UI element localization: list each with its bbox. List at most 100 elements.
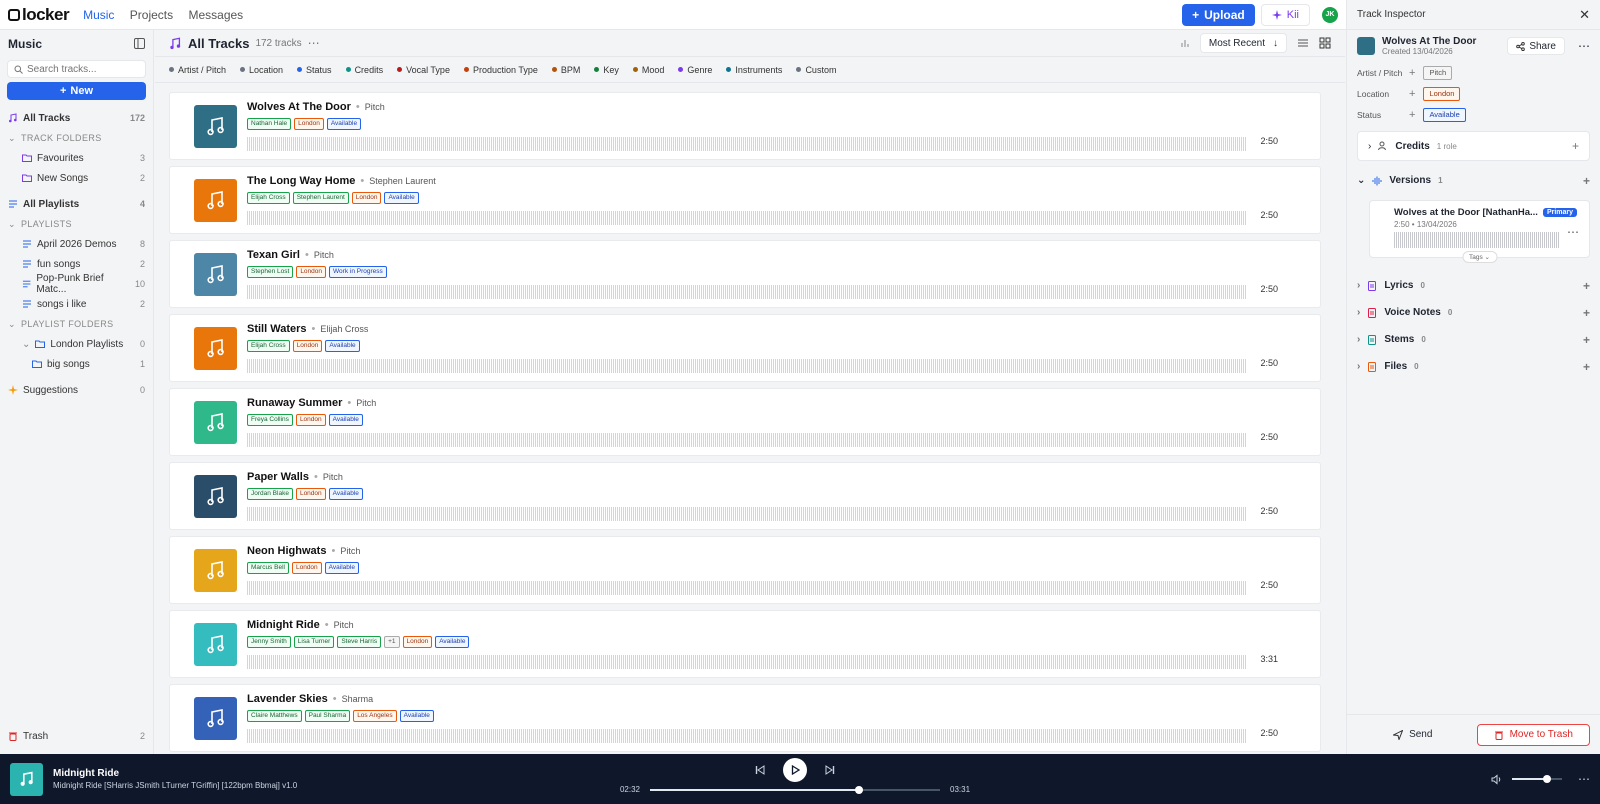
- track-artwork[interactable]: [194, 696, 237, 740]
- track-artwork[interactable]: [194, 178, 237, 222]
- track-name[interactable]: Neon Highwats: [247, 545, 326, 557]
- upload-button[interactable]: + Upload: [1182, 3, 1255, 26]
- track-tag[interactable]: London: [296, 266, 327, 278]
- filter-chip[interactable]: Mood: [632, 65, 664, 75]
- inspector-section[interactable]: › Voice Notes 0 +: [1347, 299, 1600, 326]
- add-section-item-button[interactable]: +: [1583, 306, 1590, 320]
- user-avatar[interactable]: JK: [1322, 6, 1338, 23]
- track-artwork[interactable]: [194, 104, 237, 148]
- track-name[interactable]: Lavender Skies: [247, 693, 328, 705]
- track-waveform[interactable]: [247, 507, 1247, 521]
- track-waveform[interactable]: [247, 285, 1247, 299]
- inspector-section[interactable]: › Files 0 +: [1347, 353, 1600, 380]
- list-view-icon[interactable]: [1297, 37, 1309, 49]
- property-value[interactable]: Pitch: [1423, 65, 1453, 80]
- track-row[interactable]: Still Waters • Elijah Cross Elijah Cross Lon…: [169, 314, 1321, 382]
- more-icon[interactable]: ⋯: [308, 36, 320, 50]
- more-icon[interactable]: ⋯: [1567, 225, 1579, 239]
- playlists-header[interactable]: ⌄ PLAYLISTS: [0, 214, 153, 234]
- sidebar-item-playlist-folder[interactable]: ⌄ London Playlists 0: [0, 334, 153, 354]
- bar-chart-icon[interactable]: [1180, 38, 1190, 48]
- track-tag[interactable]: Available: [325, 340, 360, 352]
- more-icon[interactable]: ⋯: [1578, 772, 1590, 786]
- track-tag[interactable]: London: [295, 488, 326, 500]
- collapse-sidebar-icon[interactable]: [134, 38, 145, 49]
- credits-card[interactable]: › Credits 1 role +: [1357, 131, 1590, 161]
- track-name[interactable]: Midnight Ride: [247, 619, 320, 631]
- previous-icon[interactable]: [755, 765, 765, 775]
- track-row[interactable]: Midnight Ride • Pitch Jenny Smith Lisa Turne…: [169, 610, 1321, 678]
- track-waveform[interactable]: [247, 433, 1247, 447]
- track-row[interactable]: Texan Girl • Pitch Stephen Lost London Work i…: [169, 240, 1321, 308]
- version-card[interactable]: Wolves at the Door [NathanHa... Primary 2…: [1369, 200, 1590, 263]
- track-tag[interactable]: Elijah Cross: [247, 340, 290, 352]
- track-tag[interactable]: Steve Harris: [337, 636, 382, 648]
- sidebar-item-track-folder[interactable]: Favourites 3: [0, 148, 153, 168]
- volume-handle[interactable]: [1543, 775, 1551, 783]
- nav-music[interactable]: Music: [83, 8, 114, 22]
- filter-chip[interactable]: Key: [594, 65, 619, 75]
- track-tag[interactable]: London: [402, 636, 433, 648]
- filter-chip[interactable]: Genre: [678, 65, 712, 75]
- track-name[interactable]: Runaway Summer: [247, 397, 342, 409]
- nav-projects[interactable]: Projects: [130, 8, 173, 22]
- track-tag[interactable]: London: [351, 192, 382, 204]
- track-tag[interactable]: London: [294, 118, 324, 130]
- track-artwork[interactable]: [194, 474, 237, 518]
- track-artwork[interactable]: [194, 622, 237, 666]
- sidebar-item-all-tracks[interactable]: All Tracks 172: [0, 108, 153, 128]
- version-waveform[interactable]: [1394, 232, 1559, 248]
- property-value[interactable]: Available: [1423, 107, 1466, 122]
- filter-chip[interactable]: Custom: [796, 65, 836, 75]
- add-section-item-button[interactable]: +: [1583, 333, 1590, 347]
- volume-slider[interactable]: [1512, 775, 1562, 783]
- search-input[interactable]: [27, 63, 137, 75]
- track-waveform[interactable]: [247, 359, 1247, 373]
- track-tag[interactable]: Nathan Hale: [247, 118, 292, 130]
- property-value[interactable]: London: [1423, 86, 1461, 101]
- add-property-button[interactable]: +: [1409, 88, 1415, 100]
- track-name[interactable]: The Long Way Home: [247, 175, 355, 187]
- sidebar-item-suggestions[interactable]: Suggestions 0: [0, 380, 153, 400]
- track-tag[interactable]: Jenny Smith: [247, 636, 291, 648]
- filter-chip[interactable]: Production Type: [463, 65, 538, 75]
- add-property-button[interactable]: +: [1409, 67, 1415, 79]
- share-button[interactable]: Share: [1507, 37, 1565, 55]
- new-button[interactable]: + New: [7, 82, 146, 100]
- tags-button[interactable]: Tags ⌄: [1462, 251, 1497, 263]
- volume-icon[interactable]: [1491, 773, 1502, 785]
- track-tag[interactable]: +1: [384, 636, 400, 648]
- track-waveform[interactable]: [247, 729, 1247, 743]
- track-tag[interactable]: Los Angeles: [353, 710, 397, 722]
- track-waveform[interactable]: [247, 655, 1247, 669]
- track-row[interactable]: Lavender Skies • Sharma Claire Matthews Paul…: [169, 684, 1321, 752]
- filter-chip[interactable]: Location: [240, 65, 283, 75]
- filter-chip[interactable]: Artist / Pitch: [169, 65, 226, 75]
- track-row[interactable]: Wolves At The Door • Pitch Nathan Hale Londo…: [169, 92, 1321, 160]
- track-tag[interactable]: Claire Matthews: [247, 710, 302, 722]
- track-artwork[interactable]: [194, 548, 237, 592]
- track-tag[interactable]: Stephen Laurent: [292, 192, 349, 204]
- track-name[interactable]: Texan Girl: [247, 249, 300, 261]
- filter-chip[interactable]: Vocal Type: [397, 65, 450, 75]
- next-icon[interactable]: [825, 765, 835, 775]
- track-tag[interactable]: Marcus Bell: [247, 562, 289, 574]
- track-row[interactable]: Paper Walls • Pitch Jordan Blake London Avail…: [169, 462, 1321, 530]
- seek-bar[interactable]: [650, 785, 940, 794]
- track-tag[interactable]: Stephen Lost: [247, 266, 294, 278]
- track-folders-header[interactable]: ⌄ TRACK FOLDERS: [0, 128, 153, 148]
- filter-chip[interactable]: Status: [297, 65, 332, 75]
- nav-messages[interactable]: Messages: [188, 8, 243, 22]
- track-tag[interactable]: Available: [324, 562, 359, 574]
- track-tag[interactable]: Work in Progress: [329, 266, 387, 278]
- track-name[interactable]: Wolves At The Door: [247, 101, 351, 113]
- track-row[interactable]: Neon Highwats • Pitch Marcus Bell London Avai…: [169, 536, 1321, 604]
- inspector-section[interactable]: › Lyrics 0 +: [1347, 272, 1600, 299]
- inspector-section[interactable]: › Stems 0 +: [1347, 326, 1600, 353]
- sort-dropdown[interactable]: Most Recent ↓: [1199, 33, 1287, 53]
- track-tag[interactable]: Available: [326, 118, 362, 130]
- track-artwork[interactable]: [194, 252, 237, 296]
- track-tag[interactable]: Elijah Cross: [247, 192, 290, 204]
- play-button[interactable]: [783, 758, 807, 782]
- app-logo[interactable]: locker: [8, 5, 70, 25]
